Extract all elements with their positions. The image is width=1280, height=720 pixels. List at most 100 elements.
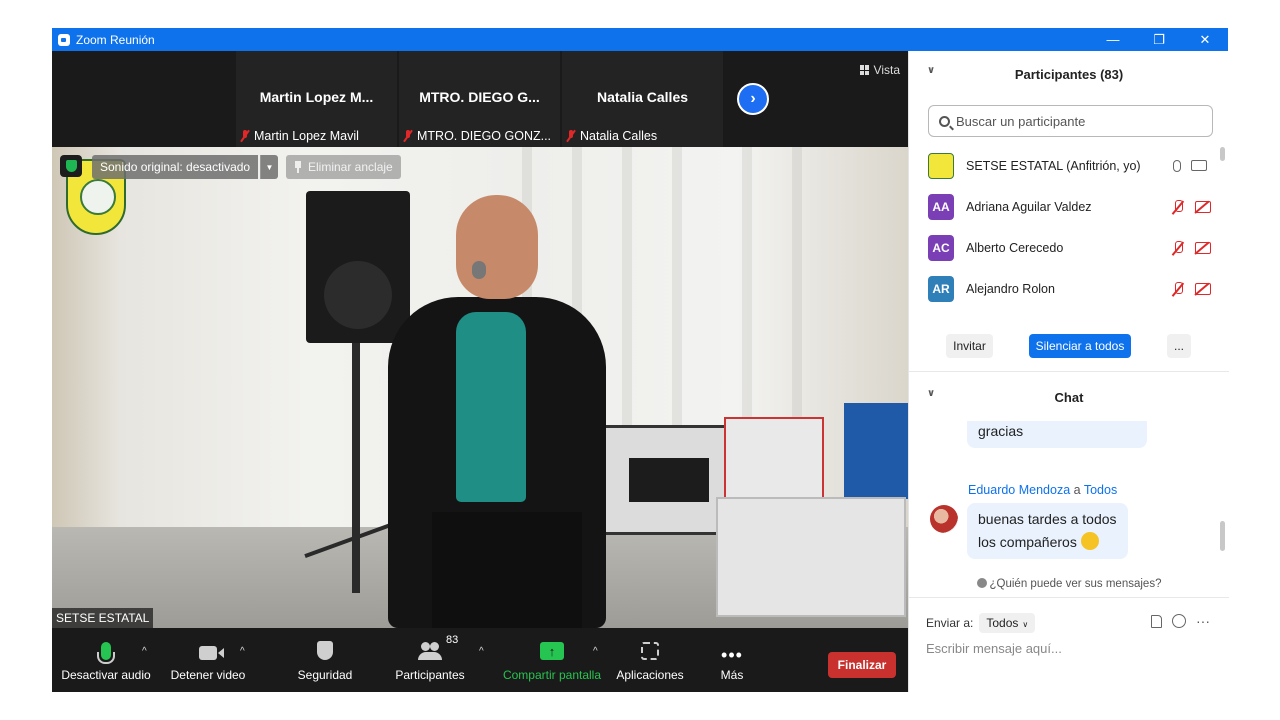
participant-thumbnail[interactable]: Natalia Calles Natalia Calles: [562, 51, 723, 147]
message-sender: Eduardo Mendoza a Todos: [968, 483, 1117, 497]
video-options-caret[interactable]: ^: [240, 646, 245, 657]
message-line-2: los compañeros: [978, 531, 1117, 554]
grid-icon: [859, 65, 870, 75]
camera-icon: [199, 646, 224, 660]
encryption-shield-icon[interactable]: [60, 155, 82, 177]
more-button[interactable]: ••• Más: [712, 628, 752, 692]
microphone-icon: [97, 642, 115, 664]
sender-avatar: [930, 505, 958, 533]
participants-title: Participantes (83): [1014, 66, 1124, 82]
meeting-toolbar: Desactivar audio ^ Detener video ^ Segur…: [52, 628, 908, 692]
who-can-see-link[interactable]: ¿Quién puede ver sus mensajes?: [909, 578, 1229, 590]
video-off-icon[interactable]: [1195, 241, 1211, 254]
person-pants: [432, 512, 582, 628]
participant-scrollbar[interactable]: [1220, 147, 1225, 161]
recipient-value: Todos: [986, 616, 1019, 630]
chat-tools: ···: [1151, 613, 1210, 629]
muted-mic-icon[interactable]: [1171, 199, 1185, 214]
end-meeting-button[interactable]: Finalizar: [828, 652, 896, 678]
microphone: [472, 261, 486, 279]
close-button[interactable]: ✕: [1182, 28, 1228, 51]
participant-name: Adriana Aguilar Valdez: [966, 199, 1092, 214]
participant-name: SETSE ESTATAL (Anfitrión, yo): [966, 158, 1141, 173]
participant-search-input[interactable]: Buscar un participante: [928, 105, 1213, 137]
participant-row[interactable]: AA Adriana Aguilar Valdez: [909, 186, 1219, 227]
next-page-button[interactable]: ›: [737, 83, 769, 115]
window-title: Zoom Reunión: [76, 32, 155, 47]
video-off-icon[interactable]: [1195, 200, 1211, 213]
avatar: AR: [928, 275, 954, 302]
muted-mic-icon[interactable]: [1171, 240, 1185, 255]
mute-audio-button[interactable]: Desactivar audio: [61, 628, 151, 692]
participant-row[interactable]: AR Alejandro Rolon: [909, 268, 1219, 309]
shield-icon: [317, 641, 333, 660]
speaker-name-label: SETSE ESTATAL: [52, 608, 154, 628]
search-icon: [939, 115, 950, 127]
muted-mic-icon[interactable]: [1171, 281, 1185, 296]
participant-thumbnail[interactable]: MTRO. DIEGO G... MTRO. DIEGO GONZ...: [399, 51, 560, 147]
avatar: AC: [928, 234, 954, 261]
share-screen-button[interactable]: ↑ Compartir pantalla: [500, 628, 604, 692]
meeting-stage: Martin Lopez M... Martin Lopez Mavil MTR…: [52, 51, 908, 628]
collapse-chevron-icon[interactable]: ∨: [927, 65, 935, 76]
participant-name: Alejandro Rolon: [966, 281, 1055, 296]
muted-mic-icon: [240, 130, 250, 142]
invite-button[interactable]: Invitar: [946, 334, 993, 358]
person-shirt: [456, 312, 526, 502]
participants-header: ∨ Participantes (83): [909, 51, 1229, 97]
participants-label: Participantes: [395, 668, 465, 682]
camera-icon[interactable]: [1191, 160, 1207, 171]
participants-more-button[interactable]: ...: [1167, 334, 1191, 358]
view-button[interactable]: Vista: [859, 63, 900, 77]
restore-button[interactable]: ❐: [1136, 28, 1182, 51]
thumbnail-label-text: MTRO. DIEGO GONZ...: [417, 129, 552, 143]
participant-row[interactable]: SETSE ESTATAL (Anfitrión, yo): [909, 145, 1219, 186]
title-bar: Zoom Reunión — ❐ ✕: [52, 28, 1228, 51]
security-button[interactable]: Seguridad: [292, 628, 358, 692]
chat-title: Chat: [1054, 389, 1084, 405]
participants-count: 83: [446, 634, 459, 646]
participant-row[interactable]: AC Alberto Cerecedo: [909, 227, 1219, 268]
stop-video-button[interactable]: Detener video: [168, 628, 248, 692]
video-off-icon[interactable]: [1195, 282, 1211, 295]
mute-audio-label: Desactivar audio: [61, 668, 151, 682]
chat-message-input[interactable]: Escribir mensaje aquí...: [926, 641, 1062, 656]
person-head: [456, 195, 538, 299]
recipient-dropdown[interactable]: Todos ∨: [979, 613, 1036, 633]
zoom-window: Zoom Reunión — ❐ ✕ Martin Lopez M... Mar…: [52, 28, 1229, 692]
mic-icon[interactable]: [1173, 159, 1181, 172]
share-arrow-icon: ↑: [540, 642, 564, 660]
recipient-name[interactable]: Todos: [1084, 483, 1117, 497]
apps-button[interactable]: Aplicaciones: [614, 628, 686, 692]
more-label: Más: [720, 668, 744, 682]
muted-mic-icon: [403, 130, 413, 142]
chat-scrollbar[interactable]: [1220, 521, 1225, 551]
share-options-caret[interactable]: ^: [593, 646, 598, 657]
thumbnail-name: Martin Lopez M...: [259, 89, 374, 105]
unpin-button[interactable]: Eliminar anclaje: [286, 155, 401, 179]
view-label: Vista: [873, 63, 900, 77]
avatar: AA: [928, 193, 954, 220]
participants-options-caret[interactable]: ^: [479, 646, 484, 657]
file-icon[interactable]: [1151, 614, 1162, 628]
sender-name[interactable]: Eduardo Mendoza: [968, 483, 1070, 497]
collapse-chevron-icon[interactable]: ∨: [927, 388, 935, 399]
avatar: [928, 152, 954, 179]
thumbnail-label-text: Natalia Calles: [580, 129, 658, 143]
participant-thumbnail[interactable]: Martin Lopez M... Martin Lopez Mavil: [236, 51, 397, 147]
mute-all-button[interactable]: Silenciar a todos: [1029, 334, 1131, 358]
message-line: buenas tardes a todos: [978, 511, 1117, 527]
participant-actions: Invitar Silenciar a todos ...: [909, 334, 1229, 360]
grinning-emoji-icon: [1080, 532, 1099, 550]
share-screen-label: Compartir pantalla: [502, 668, 602, 682]
chat-more-icon[interactable]: ···: [1196, 613, 1210, 629]
original-sound-dropdown[interactable]: ▼: [260, 155, 278, 179]
loudspeaker: [306, 191, 410, 343]
thumbnail-label: Martin Lopez Mavil: [240, 129, 359, 143]
emoji-icon[interactable]: [1172, 614, 1186, 628]
original-sound-button[interactable]: Sonido original: desactivado: [92, 155, 259, 179]
who-can-see-text: ¿Quién puede ver sus mensajes?: [989, 578, 1162, 590]
audio-options-caret[interactable]: ^: [142, 646, 147, 657]
blender-box: [844, 403, 908, 499]
minimize-button[interactable]: —: [1090, 28, 1136, 51]
